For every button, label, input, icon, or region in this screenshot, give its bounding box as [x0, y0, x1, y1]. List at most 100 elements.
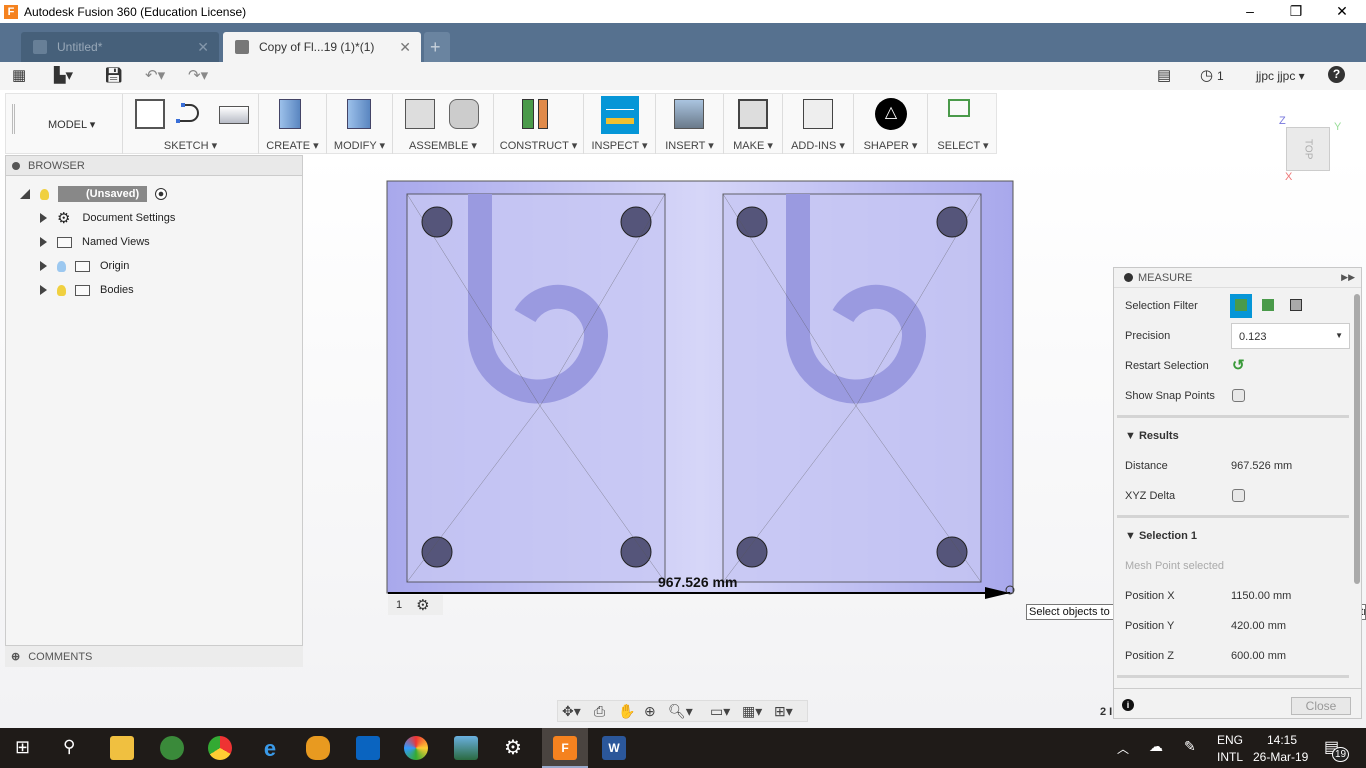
xyz-delta-checkbox[interactable]: [1232, 489, 1245, 502]
network-icon[interactable]: ☁: [1149, 738, 1163, 755]
create-sketch-icon[interactable]: [135, 99, 165, 129]
pan-icon[interactable]: ✋: [618, 703, 635, 720]
press-pull-icon[interactable]: [347, 99, 371, 129]
display-settings-icon[interactable]: ▭▾: [710, 703, 730, 720]
file-menu-icon[interactable]: ▙▾: [54, 66, 73, 84]
restart-icon[interactable]: ↺: [1232, 356, 1245, 374]
arc-icon[interactable]: [175, 99, 205, 129]
file-explorer-icon[interactable]: [110, 736, 134, 760]
mesh-model[interactable]: [380, 176, 1020, 616]
addins-group[interactable]: ADD-INS ▾: [783, 94, 854, 154]
expanded-icon[interactable]: [20, 189, 30, 199]
select-group[interactable]: SELECT ▾: [928, 94, 998, 154]
expand-icon[interactable]: [40, 285, 47, 295]
zoom-window-icon[interactable]: 🔍︎▾: [668, 703, 693, 720]
sketch-menu[interactable]: SKETCH ▾: [123, 139, 258, 152]
comments-panel[interactable]: ⊕ COMMENTS: [5, 645, 303, 667]
tab-untitled[interactable]: Untitled* ✕: [21, 32, 219, 62]
chrome-icon[interactable]: [208, 736, 232, 760]
search-icon[interactable]: ⚲: [63, 737, 75, 757]
data-panel-grid-icon[interactable]: ▦: [12, 66, 26, 84]
browser-item-named-views[interactable]: Named Views: [40, 231, 150, 253]
viewports-icon[interactable]: ⊞▾: [774, 703, 793, 720]
collapse-icon[interactable]: [12, 161, 20, 170]
outlook-icon[interactable]: [356, 736, 380, 760]
scripts-icon[interactable]: [803, 99, 833, 129]
expand-dialog-icon[interactable]: ▶▶: [1341, 272, 1355, 283]
info-icon[interactable]: i: [1122, 699, 1134, 711]
select-icon[interactable]: [948, 99, 970, 117]
maximize-button[interactable]: ❐: [1273, 0, 1319, 23]
create-group[interactable]: CREATE ▾: [259, 94, 327, 154]
assemble-menu[interactable]: ASSEMBLE ▾: [393, 139, 493, 152]
visibility-bulb-icon[interactable]: [57, 260, 66, 272]
job-status-icon[interactable]: ◷: [1200, 66, 1213, 84]
bird-app-icon[interactable]: [306, 736, 330, 760]
offset-plane-icon[interactable]: [538, 99, 548, 129]
grid-icon[interactable]: ▦▾: [742, 703, 762, 720]
clock-time[interactable]: 14:15: [1267, 733, 1297, 747]
shaper-icon[interactable]: △: [875, 98, 907, 130]
shaper-menu[interactable]: SHAPER ▾: [854, 139, 927, 152]
gear-icon[interactable]: ⚙: [416, 596, 429, 614]
construct-group[interactable]: CONSTRUCT ▾: [494, 94, 584, 154]
show-hidden-icons[interactable]: ︿: [1117, 740, 1129, 757]
save-icon[interactable]: 💾︎: [104, 66, 123, 84]
close-button[interactable]: Close: [1291, 697, 1351, 715]
expand-icon[interactable]: [40, 237, 47, 247]
show-snap-points-checkbox[interactable]: [1232, 389, 1245, 402]
orbit-icon[interactable]: ✥▾: [562, 703, 581, 720]
filter-edge-button[interactable]: [1290, 299, 1302, 311]
user-menu[interactable]: jjpc jjpc ▾: [1256, 69, 1305, 83]
results-section[interactable]: ▼ Results: [1125, 430, 1179, 442]
close-tab-icon[interactable]: ✕: [197, 39, 209, 56]
edge-icon[interactable]: e: [258, 736, 282, 761]
word-icon[interactable]: W: [602, 736, 626, 760]
expand-icon[interactable]: [40, 213, 47, 223]
browser-item-document-settings[interactable]: ⚙ Document Settings: [40, 207, 175, 229]
help-icon[interactable]: ?: [1328, 66, 1345, 83]
measure-icon[interactable]: [601, 96, 639, 134]
visibility-bulb-icon[interactable]: [57, 284, 66, 296]
modify-menu[interactable]: MODIFY ▾: [327, 139, 392, 152]
extrude-icon[interactable]: [279, 99, 301, 129]
browser-root[interactable]: (Unsaved): [20, 183, 168, 205]
new-tab-button[interactable]: +: [424, 32, 450, 62]
inspect-menu[interactable]: INSPECT ▾: [584, 139, 655, 152]
insert-menu[interactable]: INSERT ▾: [656, 139, 723, 152]
notifications-icon[interactable]: ▤: [1157, 66, 1171, 84]
keyboard-layout[interactable]: INTL: [1217, 750, 1243, 764]
viewcube[interactable]: TOP Z Y X: [1278, 115, 1360, 185]
insert-group[interactable]: INSERT ▾: [656, 94, 724, 154]
joint-icon[interactable]: [449, 99, 479, 129]
filter-face-button[interactable]: [1262, 299, 1274, 311]
rectangle-icon[interactable]: [219, 106, 249, 124]
make-group[interactable]: MAKE ▾: [724, 94, 783, 154]
filter-body-button[interactable]: [1230, 294, 1252, 318]
collapse-icon[interactable]: [1124, 273, 1133, 282]
visibility-bulb-icon[interactable]: [40, 188, 49, 200]
globe-app-icon[interactable]: [160, 736, 184, 760]
inspect-group[interactable]: INSPECT ▾: [584, 94, 656, 154]
make-menu[interactable]: MAKE ▾: [724, 139, 782, 152]
close-window-button[interactable]: ✕: [1319, 0, 1365, 23]
tab-copy-of-file[interactable]: Copy of Fl...19 (1)*(1) ✕: [223, 32, 421, 62]
start-windows-icon[interactable]: ⊞: [15, 737, 30, 758]
sketch-group[interactable]: SKETCH ▾: [123, 94, 259, 154]
paint-app-icon[interactable]: [404, 736, 428, 760]
modify-group[interactable]: MODIFY ▾: [327, 94, 393, 154]
photos-icon[interactable]: [454, 736, 478, 760]
assemble-group[interactable]: ASSEMBLE ▾: [393, 94, 494, 154]
undo-icon[interactable]: ↶▾: [145, 66, 165, 84]
shaper-group[interactable]: △ SHAPER ▾: [854, 94, 928, 154]
selection1-section[interactable]: ▼ Selection 1: [1125, 530, 1197, 542]
precision-dropdown[interactable]: 0.123 ▼: [1231, 323, 1350, 349]
browser-item-origin[interactable]: Origin: [40, 255, 129, 277]
construct-menu[interactable]: CONSTRUCT ▾: [494, 139, 583, 152]
new-component-icon[interactable]: [405, 99, 435, 129]
create-menu[interactable]: CREATE ▾: [259, 139, 326, 152]
workspace-switcher[interactable]: MODEL ▾: [6, 94, 123, 154]
settings-gear-icon[interactable]: ⚙: [504, 735, 522, 760]
close-tab-icon[interactable]: ✕: [399, 39, 411, 56]
taskbar-fusion-active[interactable]: F: [542, 728, 588, 768]
